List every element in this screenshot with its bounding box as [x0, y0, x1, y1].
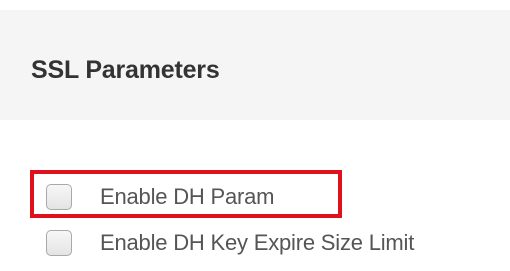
enable-dh-key-expire-size-limit-option[interactable]: Enable DH Key Expire Size Limit — [46, 226, 414, 260]
divider — [0, 120, 510, 130]
enable-dh-param-label[interactable]: Enable DH Param — [100, 184, 275, 210]
enable-dh-param-option[interactable]: Enable DH Param — [46, 180, 275, 214]
enable-dh-key-expire-size-limit-label[interactable]: Enable DH Key Expire Size Limit — [100, 230, 414, 256]
enable-dh-key-expire-size-limit-checkbox[interactable] — [46, 230, 72, 256]
section-title: SSL Parameters — [31, 56, 220, 84]
enable-dh-param-checkbox[interactable] — [46, 184, 72, 210]
section-header: SSL Parameters — [0, 10, 510, 120]
